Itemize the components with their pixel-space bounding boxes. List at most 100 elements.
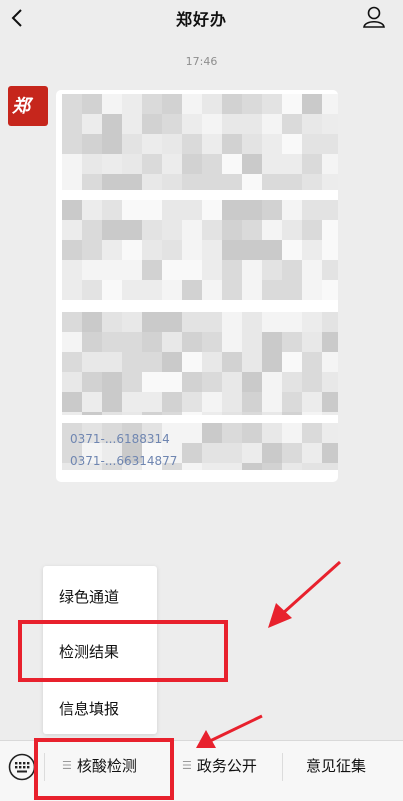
mosaic-cell bbox=[102, 134, 122, 154]
tab-opinion-collection[interactable]: 意见征集 bbox=[306, 755, 366, 776]
mosaic-cell bbox=[262, 220, 282, 240]
mosaic-cell bbox=[262, 280, 282, 300]
mosaic-cell bbox=[122, 220, 142, 240]
mosaic-cell bbox=[62, 240, 82, 260]
mosaic-cell bbox=[302, 372, 322, 392]
mosaic-cell bbox=[262, 200, 282, 220]
mosaic-cell bbox=[122, 174, 142, 190]
mosaic-cell bbox=[102, 240, 122, 260]
mosaic-cell bbox=[142, 114, 162, 134]
mosaic-cell bbox=[62, 174, 82, 190]
mosaic-cell bbox=[82, 94, 102, 114]
mosaic-cell bbox=[182, 352, 202, 372]
mosaic-cell bbox=[82, 332, 102, 352]
mosaic-cell bbox=[222, 352, 242, 372]
mosaic-cell bbox=[82, 174, 102, 190]
mosaic-cell bbox=[222, 240, 242, 260]
top-bar: 郑好办 bbox=[0, 0, 403, 36]
mosaic-cell bbox=[122, 154, 142, 174]
mosaic-cell bbox=[222, 114, 242, 134]
mosaic-cell bbox=[142, 372, 162, 392]
mosaic-cell bbox=[62, 332, 82, 352]
mosaic-cell bbox=[82, 200, 102, 220]
mosaic-cell bbox=[302, 200, 322, 220]
mosaic-cell bbox=[242, 312, 262, 332]
mosaic-cell bbox=[242, 280, 262, 300]
mosaic-cell bbox=[282, 372, 302, 392]
mosaic-cell bbox=[242, 463, 262, 470]
mosaic-cell bbox=[122, 94, 142, 114]
mosaic-cell bbox=[142, 154, 162, 174]
mosaic-cell bbox=[222, 332, 242, 352]
mosaic-cell bbox=[82, 280, 102, 300]
mosaic-cell bbox=[242, 200, 262, 220]
mosaic-cell bbox=[182, 200, 202, 220]
mosaic-cell bbox=[322, 260, 338, 280]
mosaic-cell bbox=[102, 174, 122, 190]
mosaic-cell bbox=[82, 134, 102, 154]
mosaic-cell bbox=[142, 412, 162, 415]
mosaic-cell bbox=[202, 240, 222, 260]
mosaic-cell bbox=[122, 240, 142, 260]
person-icon[interactable] bbox=[361, 4, 387, 30]
mosaic-cell bbox=[282, 312, 302, 332]
mosaic-cell bbox=[122, 134, 142, 154]
mosaic-cell bbox=[322, 134, 338, 154]
keyboard-icon[interactable] bbox=[8, 753, 36, 781]
mosaic-cell bbox=[102, 372, 122, 392]
tab-government-affairs[interactable]: ☰ 政务公开 bbox=[182, 755, 257, 776]
mosaic-cell bbox=[242, 174, 262, 190]
mosaic-cell bbox=[282, 114, 302, 134]
mosaic-cell bbox=[162, 312, 182, 332]
mosaic-cell bbox=[102, 412, 122, 415]
mosaic-cell bbox=[82, 312, 102, 332]
mosaic-cell bbox=[302, 220, 322, 240]
menu-item-green-channel[interactable]: 绿色通道 bbox=[59, 586, 119, 607]
mosaic-cell bbox=[182, 372, 202, 392]
mosaic-cell bbox=[222, 280, 242, 300]
mosaic-cell bbox=[62, 134, 82, 154]
mosaic-cell bbox=[242, 134, 262, 154]
mosaic-cell bbox=[262, 260, 282, 280]
mosaic-cell bbox=[182, 412, 202, 415]
mosaic-cell bbox=[122, 200, 142, 220]
mosaic-cell bbox=[242, 94, 262, 114]
mosaic-cell bbox=[202, 200, 222, 220]
mosaic-cell bbox=[322, 94, 338, 114]
mosaic-cell bbox=[282, 240, 302, 260]
mosaic-cell bbox=[182, 94, 202, 114]
mosaic-cell bbox=[82, 240, 102, 260]
mosaic-cell bbox=[182, 392, 202, 412]
mosaic-cell bbox=[202, 114, 222, 134]
mosaic-cell bbox=[302, 332, 322, 352]
mosaic-cell bbox=[122, 392, 142, 412]
mosaic-cell bbox=[262, 312, 282, 332]
mosaic-cell bbox=[202, 412, 222, 415]
mosaic-cell bbox=[142, 174, 162, 190]
message-bubble[interactable]: 0371-...6188314 0371-...66314877 bbox=[56, 90, 338, 482]
mosaic-cell bbox=[142, 260, 162, 280]
mosaic-cell bbox=[62, 352, 82, 372]
mosaic-cell bbox=[202, 392, 222, 412]
mosaic-cell bbox=[102, 94, 122, 114]
mosaic-cell bbox=[222, 260, 242, 280]
mosaic-cell bbox=[322, 312, 338, 332]
mosaic-cell bbox=[302, 174, 322, 190]
menu-item-info-report[interactable]: 信息填报 bbox=[59, 698, 119, 719]
mosaic-cell bbox=[62, 94, 82, 114]
mosaic-cell bbox=[102, 332, 122, 352]
mosaic-cell bbox=[222, 94, 242, 114]
mosaic-cell bbox=[162, 134, 182, 154]
mosaic-cell bbox=[102, 352, 122, 372]
pixelated-content bbox=[62, 94, 338, 470]
mosaic-cell bbox=[122, 260, 142, 280]
avatar[interactable]: 郑 bbox=[8, 86, 48, 126]
mosaic-cell bbox=[162, 114, 182, 134]
mosaic-cell bbox=[102, 220, 122, 240]
mosaic-cell bbox=[182, 114, 202, 134]
mosaic-cell bbox=[282, 280, 302, 300]
mosaic-cell bbox=[282, 200, 302, 220]
mosaic-cell bbox=[62, 200, 82, 220]
mosaic-cell bbox=[102, 280, 122, 300]
mosaic-cell bbox=[82, 392, 102, 412]
